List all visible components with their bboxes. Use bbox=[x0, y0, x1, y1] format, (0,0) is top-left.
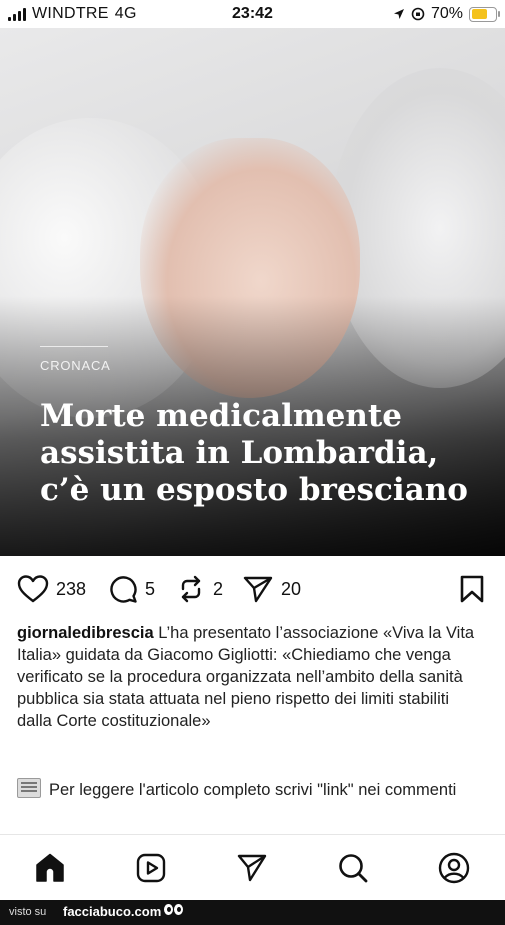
repost-button[interactable]: 2 bbox=[176, 574, 223, 604]
nav-reels[interactable] bbox=[134, 851, 168, 885]
watermark-site: facciabuco.com bbox=[63, 904, 162, 919]
profile-icon bbox=[438, 852, 470, 884]
comment-button[interactable]: 5 bbox=[108, 574, 155, 604]
nav-search[interactable] bbox=[336, 851, 370, 885]
share-button[interactable]: 20 bbox=[242, 574, 301, 604]
battery-icon bbox=[469, 6, 500, 22]
caption-note: Per leggere l'articolo completo scrivi "… bbox=[17, 778, 487, 801]
article-headline: Morte medicalmente assistita in Lombardi… bbox=[40, 398, 468, 508]
like-button[interactable]: 238 bbox=[17, 574, 86, 604]
direct-icon bbox=[237, 854, 267, 882]
bookmark-icon bbox=[460, 575, 484, 603]
post-actions: 238 5 2 20 bbox=[0, 566, 505, 612]
like-count: 238 bbox=[56, 578, 87, 599]
repost-count: 2 bbox=[213, 578, 224, 599]
battery-fill bbox=[471, 9, 487, 19]
bottom-nav bbox=[0, 834, 505, 901]
orientation-lock-icon bbox=[411, 7, 425, 21]
watermark-prefix: visto su bbox=[9, 906, 47, 918]
eyes-logo-icon bbox=[164, 904, 183, 915]
nav-direct[interactable] bbox=[235, 851, 269, 885]
nav-profile[interactable] bbox=[437, 851, 471, 885]
save-button[interactable] bbox=[458, 574, 486, 604]
heart-icon bbox=[17, 575, 49, 603]
note-text: Per leggere l'articolo completo scrivi "… bbox=[49, 781, 457, 799]
caption-username[interactable]: giornaledibrescia bbox=[17, 624, 154, 642]
reels-icon bbox=[136, 853, 166, 883]
comment-count: 5 bbox=[145, 578, 156, 599]
repost-icon bbox=[181, 575, 201, 603]
location-arrow-icon bbox=[393, 9, 404, 19]
share-count: 20 bbox=[281, 578, 302, 599]
nav-home[interactable] bbox=[33, 851, 67, 885]
send-icon bbox=[243, 576, 273, 603]
status-right: 70% bbox=[393, 5, 500, 23]
home-icon bbox=[36, 853, 64, 882]
post-image[interactable]: CRONACA Morte medicalmente assistita in … bbox=[0, 28, 505, 556]
status-bar: WINDTRE 4G 23:42 70% bbox=[0, 0, 505, 28]
battery-percent: 70% bbox=[430, 5, 463, 22]
category-divider bbox=[40, 346, 108, 347]
article-category: CRONACA bbox=[40, 358, 111, 373]
newspaper-icon bbox=[17, 778, 41, 798]
watermark-bar: visto su facciabuco.com bbox=[0, 900, 505, 925]
search-icon bbox=[339, 854, 368, 883]
post-caption: giornaledibrescia L’ha presentato l’asso… bbox=[17, 622, 487, 732]
comment-icon bbox=[110, 576, 137, 603]
